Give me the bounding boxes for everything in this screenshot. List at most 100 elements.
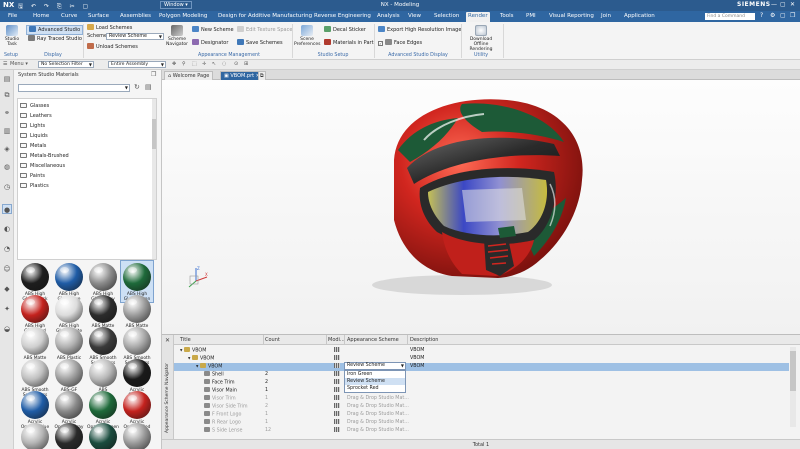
- col-divider[interactable]: [263, 335, 264, 345]
- folder-glasses[interactable]: Glasses: [20, 103, 49, 109]
- menu-button[interactable]: Menu ▾: [10, 61, 28, 67]
- studio-task-button[interactable]: Studio Task: [2, 25, 22, 47]
- navigator-scrollbar-thumb[interactable]: [790, 351, 796, 391]
- new-tab-icon[interactable]: ⧉: [258, 71, 266, 80]
- tab-analysis[interactable]: Analysis: [375, 12, 402, 22]
- decals-icon[interactable]: ◒: [2, 324, 12, 334]
- material-tile[interactable]: [53, 421, 85, 449]
- scheme-navigator-button[interactable]: Scheme Navigator: [166, 25, 188, 47]
- folder-leathers[interactable]: Leathers: [20, 113, 52, 119]
- row-appearance-scheme[interactable]: Drag & Drop Studio Mat...: [347, 403, 409, 411]
- roles-icon[interactable]: ☺: [2, 264, 12, 274]
- tab-surface[interactable]: Surface: [86, 12, 111, 22]
- face-edges-checkbox[interactable]: ✓: [378, 41, 383, 46]
- folder-paints[interactable]: Paints: [20, 173, 45, 179]
- clock-icon[interactable]: ◔: [2, 244, 12, 254]
- folder-scrollbar[interactable]: [152, 99, 156, 259]
- navigator-row[interactable]: ▾ VBOM VBOM: [174, 347, 789, 355]
- tab-reverse-engineering[interactable]: Reverse Engineering: [312, 12, 373, 22]
- face-edges-toggle[interactable]: ✓ Face Edges: [378, 39, 422, 47]
- col-divider[interactable]: [407, 335, 408, 345]
- tab-assemblies[interactable]: Assemblies: [118, 12, 153, 22]
- folder-plastics[interactable]: Plastics: [20, 183, 49, 189]
- tab-pmi[interactable]: PMI: [524, 12, 538, 22]
- tab-selection[interactable]: Selection: [432, 12, 461, 22]
- part-navigator-icon[interactable]: ▤: [2, 74, 12, 84]
- palette-icon[interactable]: ◆: [2, 284, 12, 294]
- folder-miscellaneous[interactable]: Miscellaneous: [20, 163, 65, 169]
- tab-polygon-modeling[interactable]: Polygon Modeling: [157, 12, 209, 22]
- close-navigator-icon[interactable]: ✕: [165, 337, 170, 344]
- save-schemes-button[interactable]: Save Schemes: [237, 39, 283, 47]
- tab-join[interactable]: Join: [599, 12, 613, 22]
- export-hires-image-button[interactable]: Export High Resolution Image: [378, 26, 461, 34]
- material-path-select[interactable]: ▼: [18, 84, 130, 92]
- close-icon[interactable]: ✕: [790, 1, 795, 8]
- snap-icon[interactable]: ✥: [172, 61, 176, 67]
- hd3d-tools-icon[interactable]: ◈: [2, 144, 12, 154]
- studio-icon[interactable]: ◐: [2, 224, 12, 234]
- col-count[interactable]: Count: [265, 337, 280, 343]
- help-icon[interactable]: ?: [760, 12, 763, 19]
- cursor-icon[interactable]: ↖: [212, 61, 216, 67]
- snap-point-icon[interactable]: ⊙: [234, 61, 238, 67]
- navigator-row[interactable]: R Rear Logo 1 Drag & Drop Studio Mat...: [174, 419, 789, 427]
- col-title[interactable]: Title: [180, 337, 191, 343]
- material-tile[interactable]: ABS: [87, 357, 119, 393]
- unload-schemes-button[interactable]: Unload Schemes: [87, 43, 138, 51]
- folder-metals[interactable]: Metals: [20, 143, 46, 149]
- advanced-studio-button[interactable]: Advanced Studio: [26, 25, 84, 35]
- designator-button[interactable]: Designator: [192, 39, 228, 47]
- scheme-select[interactable]: Review Scheme ▼: [106, 33, 164, 40]
- navigator-row[interactable]: Shell 2: [174, 371, 789, 379]
- window-icon[interactable]: ▢: [780, 12, 786, 19]
- helmet-model[interactable]: [162, 80, 800, 334]
- row-appearance-scheme[interactable]: Drag & Drop Studio Mat...: [347, 419, 409, 427]
- command-search-input[interactable]: Find a Command: [705, 13, 755, 20]
- tab-file[interactable]: File: [6, 12, 19, 22]
- scheme-option[interactable]: Sprocket Red: [345, 385, 405, 392]
- scheme-option[interactable]: Review Scheme: [345, 378, 405, 385]
- settings-icon[interactable]: ⚙: [770, 12, 775, 19]
- grid-icon[interactable]: ⊞: [244, 61, 248, 67]
- tab-visual-reporting[interactable]: Visual Reporting: [547, 12, 596, 22]
- tab-curve[interactable]: Curve: [59, 12, 79, 22]
- point-icon[interactable]: ✛: [202, 61, 206, 67]
- folder-scrollbar-thumb[interactable]: [152, 119, 156, 149]
- folder-metals-brushed[interactable]: Metals-Brushed: [20, 153, 69, 159]
- system-materials-icon[interactable]: ●: [2, 204, 12, 214]
- assembly-navigator-icon[interactable]: ⧉: [2, 90, 12, 100]
- load-schemes-button[interactable]: Load Schemes: [87, 24, 132, 32]
- material-tile[interactable]: ABS-GF: [53, 357, 85, 393]
- material-tile[interactable]: [19, 421, 51, 449]
- lights-icon[interactable]: ✦: [2, 304, 12, 314]
- tab-home[interactable]: Home: [31, 12, 51, 22]
- material-tile[interactable]: [121, 421, 153, 449]
- navigator-row[interactable]: F Front Logo 1 Drag & Drop Studio Mat...: [174, 411, 789, 419]
- navigator-row[interactable]: ▾ VBOM VBOM: [174, 363, 789, 371]
- navigator-row[interactable]: Visor Main 1: [174, 387, 789, 395]
- row-appearance-scheme[interactable]: Drag & Drop Studio Mat...: [347, 411, 409, 419]
- navigator-row[interactable]: ▾ VBOM VBOM: [174, 355, 789, 363]
- navigator-row[interactable]: Visor Side Trim 2 Drag & Drop Studio Mat..…: [174, 403, 789, 411]
- folder-lights[interactable]: Lights: [20, 123, 45, 129]
- tab-welcome-page[interactable]: ⌂ Welcome Page: [164, 71, 214, 80]
- selection-scope-select[interactable]: Entire Assembly ▼: [108, 61, 166, 68]
- menu-icon[interactable]: ☰: [3, 61, 7, 67]
- panel-popout-icon[interactable]: ❐: [151, 71, 156, 78]
- ray-traced-studio-button[interactable]: Ray Traced Studio: [28, 35, 82, 43]
- refresh-icon[interactable]: ↻: [134, 83, 140, 91]
- col-appearance-scheme[interactable]: Appearance Scheme: [347, 337, 399, 343]
- scene-preferences-button[interactable]: Scene Preferences: [294, 25, 320, 47]
- restore-icon[interactable]: ❐: [790, 12, 795, 19]
- tab-tools[interactable]: Tools: [498, 12, 516, 22]
- col-divider[interactable]: [344, 335, 345, 345]
- new-scheme-button[interactable]: New Scheme: [192, 26, 234, 34]
- row-appearance-scheme[interactable]: Drag & Drop Studio Mat...: [347, 427, 409, 435]
- selection-filter-select[interactable]: No Selection Filter ▼: [38, 61, 94, 68]
- navigator-row[interactable]: Face Trim 2: [174, 379, 789, 387]
- row-appearance-scheme[interactable]: Drag & Drop Studio Mat...: [347, 395, 409, 403]
- navigator-scrollbar[interactable]: [790, 347, 796, 427]
- minimize-icon[interactable]: —: [771, 1, 777, 8]
- tab-dfam[interactable]: Design for Additive Manufacturing: [216, 12, 314, 22]
